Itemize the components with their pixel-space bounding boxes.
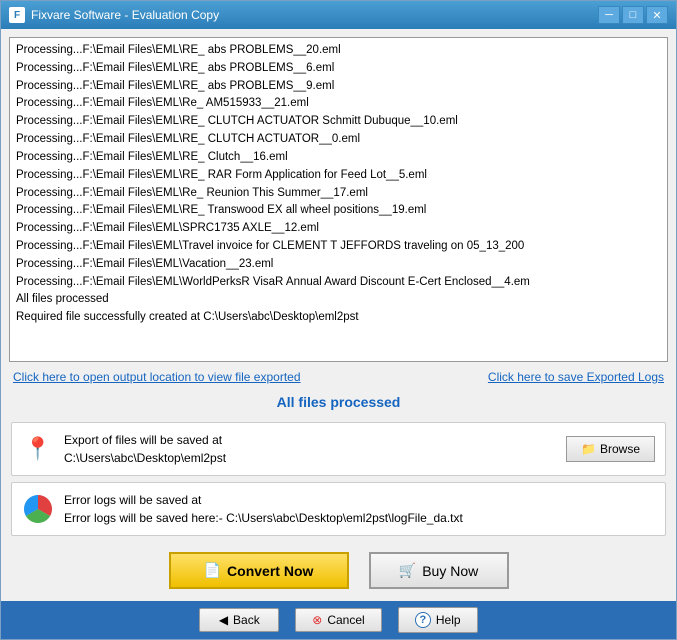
all-files-status: All files processed xyxy=(9,392,668,412)
maximize-button[interactable]: □ xyxy=(622,6,644,24)
export-info-text: Export of files will be saved at C:\User… xyxy=(64,431,556,467)
log-line: Processing...F:\Email Files\EML\RE_ Clut… xyxy=(16,149,661,167)
help-label: Help xyxy=(436,613,461,627)
log-line: Processing...F:\Email Files\EML\Travel i… xyxy=(16,238,661,256)
log-line: Processing...F:\Email Files\EML\RE_ abs … xyxy=(16,60,661,78)
log-line: Processing...F:\Email Files\EML\Vacation… xyxy=(16,256,661,274)
log-line: Processing...F:\Email Files\EML\SPRC1735… xyxy=(16,220,661,238)
back-icon: ◀ xyxy=(219,613,228,627)
log-area[interactable]: Processing...F:\Email Files\EML\RE_ abs … xyxy=(9,37,668,362)
help-button[interactable]: ? Help xyxy=(398,607,478,633)
convert-label: Convert Now xyxy=(227,563,313,579)
log-line: Processing...F:\Email Files\EML\RE_ CLUT… xyxy=(16,113,661,131)
cancel-button[interactable]: ⊗ Cancel xyxy=(295,608,381,632)
main-content: Processing...F:\Email Files\EML\RE_ abs … xyxy=(1,29,676,601)
log-line: Processing...F:\Email Files\EML\RE_ CLUT… xyxy=(16,131,661,149)
error-info-text: Error logs will be saved at Error logs w… xyxy=(64,491,655,527)
footer: ◀ Back ⊗ Cancel ? Help xyxy=(1,601,676,639)
main-window: F Fixvare Software - Evaluation Copy ─ □… xyxy=(0,0,677,640)
back-button[interactable]: ◀ Back xyxy=(199,608,279,632)
buy-label: Buy Now xyxy=(422,563,478,579)
info-section: 📍 Export of files will be saved at C:\Us… xyxy=(9,418,668,540)
location-icon: 📍 xyxy=(22,433,54,465)
browse-label: Browse xyxy=(600,442,640,456)
convert-now-button[interactable]: 📄 Convert Now xyxy=(169,552,349,589)
open-output-link[interactable]: Click here to open output location to vi… xyxy=(13,370,301,384)
log-line: All files processed xyxy=(16,291,661,309)
cancel-label: Cancel xyxy=(327,613,364,627)
log-line: Processing...F:\Email Files\EML\RE_ Tran… xyxy=(16,202,661,220)
convert-icon: 📄 xyxy=(204,562,221,579)
save-logs-link[interactable]: Click here to save Exported Logs xyxy=(488,370,664,384)
buy-icon: 🛒 xyxy=(399,562,416,579)
pie-chart-icon xyxy=(22,493,54,525)
window-title: Fixvare Software - Evaluation Copy xyxy=(31,8,598,22)
minimize-button[interactable]: ─ xyxy=(598,6,620,24)
browse-button[interactable]: 📁 Browse xyxy=(566,436,655,462)
log-line: Processing...F:\Email Files\EML\RE_ abs … xyxy=(16,42,661,60)
error-info-row: Error logs will be saved at Error logs w… xyxy=(11,482,666,536)
close-button[interactable]: ✕ xyxy=(646,6,668,24)
log-line: Processing...F:\Email Files\EML\Re_ Reun… xyxy=(16,185,661,203)
log-line: Processing...F:\Email Files\EML\RE_ abs … xyxy=(16,78,661,96)
log-line: Processing...F:\Email Files\EML\RE_ RAR … xyxy=(16,167,661,185)
app-icon: F xyxy=(9,7,25,23)
links-row: Click here to open output location to vi… xyxy=(9,368,668,386)
action-buttons: 📄 Convert Now 🛒 Buy Now xyxy=(9,546,668,593)
buy-now-button[interactable]: 🛒 Buy Now xyxy=(369,552,509,589)
title-bar: F Fixvare Software - Evaluation Copy ─ □… xyxy=(1,1,676,29)
back-label: Back xyxy=(233,613,260,627)
window-controls: ─ □ ✕ xyxy=(598,6,668,24)
log-line: Required file successfully created at C:… xyxy=(16,309,661,327)
export-info-row: 📍 Export of files will be saved at C:\Us… xyxy=(11,422,666,476)
help-icon: ? xyxy=(415,612,431,628)
log-line: Processing...F:\Email Files\EML\WorldPer… xyxy=(16,274,661,292)
log-line: Processing...F:\Email Files\EML\Re_ AM51… xyxy=(16,95,661,113)
cancel-icon: ⊗ xyxy=(312,613,322,627)
browse-icon: 📁 xyxy=(581,442,596,456)
